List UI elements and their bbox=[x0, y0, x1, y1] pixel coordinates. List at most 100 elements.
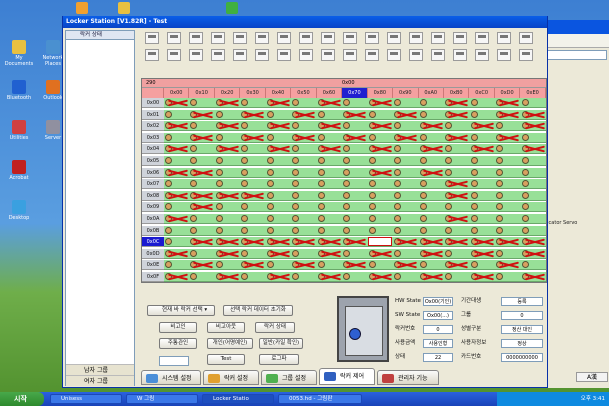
init-data-button[interactable]: 선택 락커 데이터 초기화 bbox=[223, 305, 293, 316]
locker-cell[interactable] bbox=[266, 249, 291, 259]
column-header-0xC0[interactable]: 0xC0 bbox=[469, 88, 495, 98]
locker-cell[interactable] bbox=[240, 214, 265, 224]
locker-cell[interactable] bbox=[189, 156, 214, 166]
locker-cell[interactable] bbox=[444, 156, 469, 166]
tab-system-settings[interactable]: 시스템 설정 bbox=[141, 370, 201, 385]
locker-cell[interactable] bbox=[164, 237, 189, 247]
locker-cell[interactable] bbox=[266, 237, 291, 247]
locker-cell[interactable] bbox=[393, 144, 418, 154]
tab-group-settings[interactable]: 그룹 설정 bbox=[261, 370, 317, 385]
toolbar-button[interactable] bbox=[321, 49, 335, 61]
locker-cell[interactable] bbox=[393, 191, 418, 201]
row-header-0x08[interactable]: 0x08 bbox=[142, 190, 164, 201]
extend-button[interactable]: 개인(어명예인) bbox=[207, 338, 253, 349]
column-header-0x30[interactable]: 0x30 bbox=[240, 88, 266, 98]
locker-cell[interactable] bbox=[495, 191, 520, 201]
toolbar-button[interactable] bbox=[343, 49, 357, 61]
log-button[interactable]: 로그파 bbox=[259, 354, 299, 365]
system-tray[interactable]: 오후 3:41 bbox=[497, 392, 609, 406]
toolbar-button[interactable] bbox=[211, 32, 225, 44]
locker-cell[interactable] bbox=[393, 168, 418, 178]
column-header-0x90[interactable]: 0x90 bbox=[393, 88, 419, 98]
locker-cell[interactable] bbox=[317, 121, 342, 131]
locker-cell[interactable] bbox=[444, 202, 469, 212]
toolbar-button[interactable] bbox=[475, 32, 489, 44]
locker-cell[interactable] bbox=[342, 191, 367, 201]
locker-cell[interactable] bbox=[342, 260, 367, 270]
locker-cell[interactable] bbox=[291, 260, 316, 270]
toolbar-button[interactable] bbox=[453, 32, 467, 44]
toolbar-button[interactable] bbox=[145, 32, 159, 44]
locker-cell[interactable] bbox=[444, 249, 469, 259]
taskbar-item[interactable]: Unisess bbox=[50, 394, 122, 404]
locker-cell[interactable] bbox=[393, 202, 418, 212]
locker-cell[interactable] bbox=[470, 144, 495, 154]
locker-cell[interactable] bbox=[317, 237, 342, 247]
locker-cell[interactable] bbox=[419, 214, 444, 224]
locker-cell[interactable] bbox=[342, 237, 367, 247]
column-header-0x70[interactable]: 0x70 bbox=[342, 88, 368, 98]
locker-cell[interactable] bbox=[419, 237, 444, 247]
locker-cell[interactable] bbox=[393, 156, 418, 166]
locker-cell[interactable] bbox=[189, 121, 214, 131]
locker-cell[interactable] bbox=[495, 226, 520, 236]
locker-cell[interactable] bbox=[368, 98, 393, 108]
locker-cell[interactable] bbox=[495, 98, 520, 108]
locker-cell[interactable] bbox=[240, 237, 265, 247]
locker-cell[interactable] bbox=[444, 168, 469, 178]
locker-cell[interactable] bbox=[266, 110, 291, 120]
locker-cell[interactable] bbox=[240, 272, 265, 282]
locker-cell[interactable] bbox=[368, 249, 393, 259]
row-header-0x05[interactable]: 0x05 bbox=[142, 156, 164, 166]
locker-cell[interactable] bbox=[444, 214, 469, 224]
locker-cell[interactable] bbox=[470, 179, 495, 189]
locker-cell[interactable] bbox=[393, 226, 418, 236]
locker-cell[interactable] bbox=[419, 249, 444, 259]
group-select[interactable]: 현재 바 락커 선택 ▾ bbox=[147, 305, 215, 316]
locker-cell[interactable] bbox=[444, 179, 469, 189]
row-header-0x0F[interactable]: 0x0F bbox=[142, 272, 164, 282]
locker-cell[interactable] bbox=[444, 191, 469, 201]
locker-cell[interactable] bbox=[368, 168, 393, 178]
locker-cell[interactable] bbox=[317, 202, 342, 212]
locker-cell[interactable] bbox=[215, 144, 240, 154]
row-header-0x02[interactable]: 0x02 bbox=[142, 121, 164, 132]
locker-cell[interactable] bbox=[444, 98, 469, 108]
locker-cell[interactable] bbox=[291, 144, 316, 154]
counter-input[interactable] bbox=[159, 356, 189, 366]
locker-cell[interactable] bbox=[266, 226, 291, 236]
column-header-0x00[interactable]: 0x00 bbox=[164, 88, 190, 98]
locker-cell[interactable] bbox=[189, 98, 214, 108]
locker-cell[interactable] bbox=[189, 214, 214, 224]
locker-cell[interactable] bbox=[342, 98, 367, 108]
locker-cell[interactable] bbox=[317, 249, 342, 259]
toolbar-button[interactable] bbox=[365, 49, 379, 61]
locker-cell[interactable] bbox=[317, 156, 342, 166]
background-window[interactable]: nicator Servo A漢 bbox=[540, 20, 609, 388]
locker-cell[interactable] bbox=[215, 168, 240, 178]
locker-cell[interactable] bbox=[266, 156, 291, 166]
locker-cell[interactable] bbox=[215, 260, 240, 270]
locker-cell[interactable] bbox=[444, 121, 469, 131]
locker-cell[interactable] bbox=[240, 249, 265, 259]
locker-cell[interactable] bbox=[240, 144, 265, 154]
locker-cell[interactable] bbox=[266, 168, 291, 178]
locker-cell[interactable] bbox=[342, 133, 367, 143]
locker-cell[interactable] bbox=[215, 121, 240, 131]
toolbar-button[interactable] bbox=[409, 32, 423, 44]
locker-cell[interactable] bbox=[521, 179, 546, 189]
locker-cell[interactable] bbox=[419, 179, 444, 189]
locker-cell[interactable] bbox=[189, 237, 214, 247]
locker-cell[interactable] bbox=[164, 202, 189, 212]
locker-cell[interactable] bbox=[342, 214, 367, 224]
locker-cell[interactable] bbox=[342, 179, 367, 189]
column-header-0xB0[interactable]: 0xB0 bbox=[443, 88, 470, 98]
row-header-0x0D[interactable]: 0x0D bbox=[142, 248, 164, 259]
locker-cell[interactable] bbox=[419, 110, 444, 120]
locker-cell[interactable] bbox=[521, 202, 546, 212]
toolbar-button[interactable] bbox=[409, 49, 423, 61]
locker-cell[interactable] bbox=[368, 179, 393, 189]
locker-cell[interactable] bbox=[393, 121, 418, 131]
toolbar-button[interactable] bbox=[189, 32, 203, 44]
locker-cell[interactable] bbox=[266, 133, 291, 143]
